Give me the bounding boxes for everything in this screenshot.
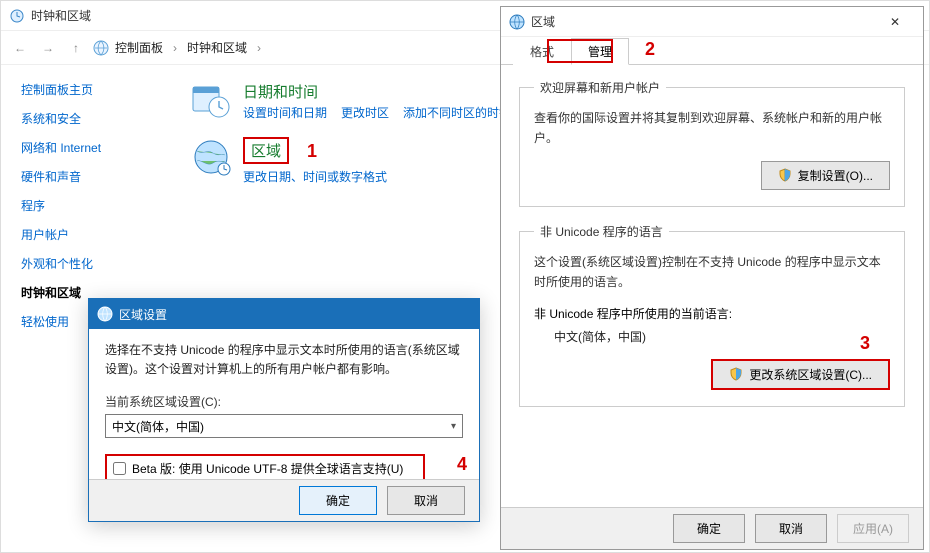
nav-back-icon[interactable]: ← [9,37,31,59]
annotation-2: 2 [645,39,655,60]
welcome-legend: 欢迎屏幕和新用户帐户 [534,79,666,96]
clock-region-icon [9,8,25,24]
link-change-timezone[interactable]: 更改时区 [341,104,389,121]
nav-forward-icon[interactable]: → [37,37,59,59]
region-close-button[interactable]: ✕ [875,8,915,36]
region-dialog: 区域 ✕ 格式 管理 2 欢迎屏幕和新用户帐户 查看你的国际设置并将其复制到欢迎… [500,6,924,550]
nonunicode-text: 这个设置(系统区域设置)控制在不支持 Unicode 的程序中显示文本时所使用的… [534,252,890,293]
welcome-fieldset: 欢迎屏幕和新用户帐户 查看你的国际设置并将其复制到欢迎屏幕、系统帐户和新的用户帐… [519,79,905,207]
nonunicode-legend: 非 Unicode 程序的语言 [534,223,669,240]
locale-footer: 确定 取消 [89,479,479,521]
region-heading[interactable]: 区域 [243,137,289,164]
crumb-sep-icon: › [173,41,177,55]
locale-body: 选择在不支持 Unicode 的程序中显示文本时所使用的语言(系统区域设置)。这… [89,329,479,493]
cp-title-text: 时钟和区域 [31,7,91,24]
locale-combo-label: 当前系统区域设置(C): [105,393,463,410]
annotation-4: 4 [457,454,467,475]
date-time-icon [191,81,231,121]
chevron-down-icon: ▾ [451,421,456,432]
locale-combo-value: 中文(简体，中国) [112,418,204,435]
copy-settings-button[interactable]: 复制设置(O)... [761,161,890,190]
link-set-datetime[interactable]: 设置时间和日期 [243,104,327,121]
tab-format[interactable]: 格式 [513,38,571,65]
locale-ok-button[interactable]: 确定 [299,486,377,515]
locale-combo[interactable]: 中文(简体，中国) ▾ [105,414,463,438]
cp-sidebar: 控制面板主页 系统和安全 网络和 Internet 硬件和声音 程序 用户帐户 … [21,81,161,330]
locale-title-text: 区域设置 [119,306,167,323]
locale-desc: 选择在不支持 Unicode 的程序中显示文本时所使用的语言(系统区域设置)。这… [105,341,463,379]
region-links: 更改日期、时间或数字格式 [243,168,387,185]
utf8-label: Beta 版: 使用 Unicode UTF-8 提供全球语言支持(U) [132,460,403,477]
region-cancel-button[interactable]: 取消 [755,514,827,543]
tab-admin[interactable]: 管理 [571,38,629,65]
crumb-current[interactable]: 时钟和区域 [187,39,247,56]
region-icon [191,137,231,177]
nav-up-icon[interactable]: ↑ [65,37,87,59]
nonunicode-fieldset: 非 Unicode 程序的语言 这个设置(系统区域设置)控制在不支持 Unico… [519,223,905,407]
datetime-heading[interactable]: 日期和时间 [243,81,511,102]
region-tabs: 格式 管理 [501,37,923,65]
current-locale-value: 中文(简体，中国) [554,328,890,345]
sidebar-item-system[interactable]: 系统和安全 [21,110,161,127]
sidebar-item-hardware[interactable]: 硬件和声音 [21,168,161,185]
region-title-text: 区域 [531,13,555,30]
link-change-formats[interactable]: 更改日期、时间或数字格式 [243,168,387,185]
sidebar-item-programs[interactable]: 程序 [21,197,161,214]
link-add-clocks[interactable]: 添加不同时区的时钟 [403,104,511,121]
annotation-3: 3 [860,333,870,354]
locale-settings-dialog: 区域设置 选择在不支持 Unicode 的程序中显示文本时所使用的语言(系统区域… [88,298,480,522]
region-apply-button: 应用(A) [837,514,909,543]
cp-path-icon [93,40,109,56]
current-locale-label: 非 Unicode 程序中所使用的当前语言: [534,305,890,322]
utf8-checkbox[interactable] [113,462,126,475]
locale-titlebar: 区域设置 [89,299,479,329]
change-system-locale-button[interactable]: 更改系统区域设置(C)... [711,359,890,390]
shield-icon [729,367,743,381]
annotation-1: 1 [307,141,317,162]
globe-small-icon [97,306,113,322]
shield-icon [778,168,792,182]
region-content: 欢迎屏幕和新用户帐户 查看你的国际设置并将其复制到欢迎屏幕、系统帐户和新的用户帐… [501,65,923,437]
sidebar-item-appearance[interactable]: 外观和个性化 [21,255,161,272]
crumb-home[interactable]: 控制面板 [115,39,163,56]
sidebar-home[interactable]: 控制面板主页 [21,81,161,98]
globe-small-icon [509,14,525,30]
welcome-text: 查看你的国际设置并将其复制到欢迎屏幕、系统帐户和新的用户帐户。 [534,108,890,149]
locale-cancel-button[interactable]: 取消 [387,486,465,515]
region-titlebar: 区域 ✕ [501,7,923,37]
datetime-links: 设置时间和日期 更改时区 添加不同时区的时钟 [243,104,511,121]
region-footer: 确定 取消 应用(A) [501,507,923,549]
crumb-sep2-icon: › [257,41,261,55]
region-ok-button[interactable]: 确定 [673,514,745,543]
copy-settings-label: 复制设置(O)... [798,167,873,184]
change-system-locale-label: 更改系统区域设置(C)... [749,366,872,383]
sidebar-item-accounts[interactable]: 用户帐户 [21,226,161,243]
sidebar-item-network[interactable]: 网络和 Internet [21,139,161,156]
